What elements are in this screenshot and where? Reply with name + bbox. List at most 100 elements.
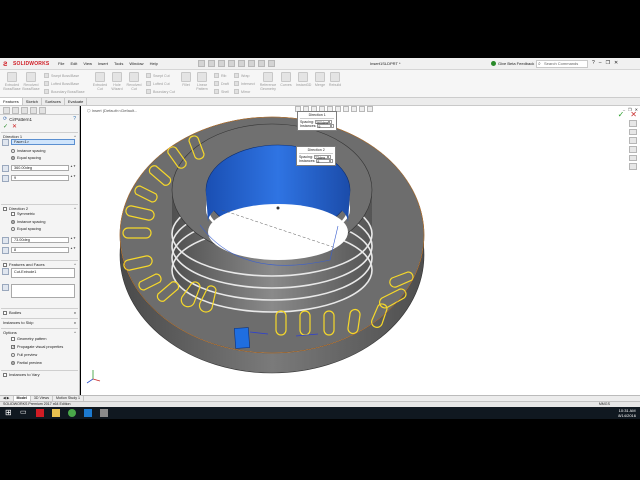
mirror-button[interactable]: Mirror	[234, 89, 250, 94]
menu-file[interactable]: File	[58, 61, 64, 66]
d2-symmetric-option[interactable]: Symmetric	[11, 212, 35, 216]
spinner-icon[interactable]: ▲▼	[70, 246, 76, 250]
expand-icon[interactable]: v	[74, 320, 76, 325]
callout2-instances-field[interactable]: 8	[316, 159, 331, 164]
rebuild-button[interactable]: Rebuild	[328, 72, 342, 87]
instances-to-vary-header[interactable]: Instances to Vary	[1, 371, 78, 378]
menu-view[interactable]: View	[83, 61, 92, 66]
menu-insert[interactable]: Insert	[98, 61, 108, 66]
instant3d-button[interactable]: Instant3D	[296, 72, 311, 87]
close-icon[interactable]: ✕	[614, 60, 618, 66]
tab-sketch[interactable]: Sketch	[23, 98, 43, 105]
spinner-icon[interactable]	[328, 154, 331, 159]
menu-tools[interactable]: Tools	[114, 61, 123, 66]
intersect-button[interactable]: Intersect	[234, 81, 255, 86]
geometry-pattern-option[interactable]: Geometry pattern	[11, 337, 47, 341]
revolved-cut-button[interactable]: Revolved Cut	[126, 72, 142, 91]
spinner-icon[interactable]	[329, 119, 332, 124]
restore-icon[interactable]: ❐	[606, 60, 610, 66]
partial-preview-option[interactable]: Partial preview	[11, 361, 42, 365]
new-icon[interactable]	[198, 60, 205, 67]
graphics-area[interactable]: ⬡ Insert (Default<<Default... – ❐ ✕ ✓ ✕	[81, 106, 640, 395]
full-preview-option[interactable]: Full preview	[11, 353, 37, 357]
model-view[interactable]	[81, 106, 640, 395]
windows-start-icon[interactable]: ⊞	[5, 409, 13, 417]
dimxpert-icon[interactable]	[30, 107, 37, 114]
features-faces-checkbox[interactable]	[3, 262, 7, 267]
feature-list-item[interactable]: Cut-Extrude1	[14, 270, 36, 274]
d1-equal-spacing-option[interactable]: Equal spacing	[11, 156, 41, 160]
options-icon[interactable]	[268, 60, 275, 67]
task-view-icon[interactable]: ▭	[20, 409, 28, 417]
extruded-cut-button[interactable]: Extruded Cut	[92, 72, 108, 91]
beta-feedback-link[interactable]: Give Beta Feedback	[491, 61, 534, 66]
search-commands-input[interactable]: ⌕ Search Commands	[536, 60, 588, 68]
faces-listbox[interactable]	[11, 284, 75, 298]
app-logo[interactable]: ƨ SOLIDWORKS	[3, 59, 51, 69]
propagate-visual-option[interactable]: Propagate visual properties	[11, 344, 63, 349]
features-faces-header[interactable]: Features and Faces ^	[1, 261, 78, 268]
spinner-icon[interactable]: ▲▼	[70, 236, 76, 240]
d2-instance-spacing-option[interactable]: Instance spacing	[11, 220, 46, 224]
reference-geometry-button[interactable]: Reference Geometry	[258, 72, 278, 91]
direction2-header[interactable]: Direction 2 ^	[1, 205, 78, 212]
tab-features[interactable]: Features	[0, 98, 23, 105]
boundary-boss-button[interactable]: Boundary Boss/Base	[44, 89, 85, 94]
d1-instance-spacing-option[interactable]: Instance spacing	[11, 149, 46, 153]
minimize-icon[interactable]: –	[599, 60, 602, 66]
property-manager-icon[interactable]	[12, 107, 19, 114]
draft-button[interactable]: Draft	[214, 81, 229, 86]
rib-button[interactable]: Rib	[214, 73, 226, 78]
tab-evaluate[interactable]: Evaluate	[65, 98, 88, 105]
app-taskbar-icon[interactable]	[100, 409, 108, 417]
extruded-boss-button[interactable]: Extruded Boss/Base	[3, 72, 21, 91]
bodies-header[interactable]: Bodies v	[1, 309, 78, 316]
spinner-icon[interactable]: ▲▼	[70, 174, 76, 178]
seed-cut[interactable]	[233, 327, 251, 349]
hole-wizard-button[interactable]: Hole Wizard	[110, 72, 124, 91]
spinner-icon[interactable]	[330, 159, 334, 164]
menu-edit[interactable]: Edit	[70, 61, 77, 66]
features-listbox[interactable]: Cut-Extrude1	[11, 268, 75, 278]
swept-cut-button[interactable]: Swept Cut	[146, 73, 170, 78]
collapse-icon[interactable]: ^	[74, 262, 76, 267]
d1-count-field[interactable]: 9	[11, 175, 69, 181]
collapse-icon[interactable]: ^	[74, 206, 76, 211]
help-icon[interactable]: ?	[73, 116, 76, 122]
instances-to-vary-checkbox[interactable]	[3, 372, 7, 377]
spinner-icon[interactable]	[331, 124, 335, 129]
fillet-button[interactable]: Fillet	[180, 72, 192, 87]
select-icon[interactable]	[248, 60, 255, 67]
wrap-button[interactable]: Wrap	[234, 73, 250, 78]
system-clock[interactable]: 10:31 AM 8/14/2016	[618, 408, 636, 418]
menu-help[interactable]: Help	[150, 61, 158, 66]
options-header[interactable]: Options ^	[1, 329, 78, 336]
linear-pattern-button[interactable]: Linear Pattern	[194, 72, 210, 91]
d2-angle-field[interactable]: 73.00deg	[11, 237, 69, 243]
swept-boss-button[interactable]: Swept Boss/Base	[44, 73, 79, 78]
display-manager-icon[interactable]	[39, 107, 46, 114]
expand-icon[interactable]: v	[74, 310, 76, 315]
callout2-spacing-field[interactable]: 73deg	[314, 154, 328, 160]
bodies-checkbox[interactable]	[3, 310, 7, 315]
configuration-manager-icon[interactable]	[21, 107, 28, 114]
direction1-axis-field[interactable]: Face<1>	[11, 139, 75, 145]
ok-icon[interactable]: ✓	[3, 123, 8, 130]
merge-button[interactable]: Merge	[314, 72, 326, 87]
d1-angle-field[interactable]: 360.00deg	[11, 165, 69, 171]
direction2-checkbox[interactable]	[3, 206, 7, 211]
solidworks-taskbar-icon[interactable]	[36, 409, 44, 417]
open-icon[interactable]	[208, 60, 215, 67]
print-icon[interactable]	[228, 60, 235, 67]
boundary-cut-button[interactable]: Boundary Cut	[146, 89, 175, 94]
revolved-boss-button[interactable]: Revolved Boss/Base	[22, 72, 40, 91]
menu-window[interactable]: Window	[129, 61, 143, 66]
instances-to-skip-header[interactable]: Instances to Skip v	[1, 319, 78, 326]
d2-equal-spacing-option[interactable]: Equal spacing	[11, 227, 41, 231]
shell-button[interactable]: Shell	[214, 89, 229, 94]
rebuild-icon[interactable]	[258, 60, 265, 67]
chrome-taskbar-icon[interactable]	[68, 409, 76, 417]
undo-icon[interactable]	[238, 60, 245, 67]
edge-taskbar-icon[interactable]	[84, 409, 92, 417]
save-icon[interactable]	[218, 60, 225, 67]
